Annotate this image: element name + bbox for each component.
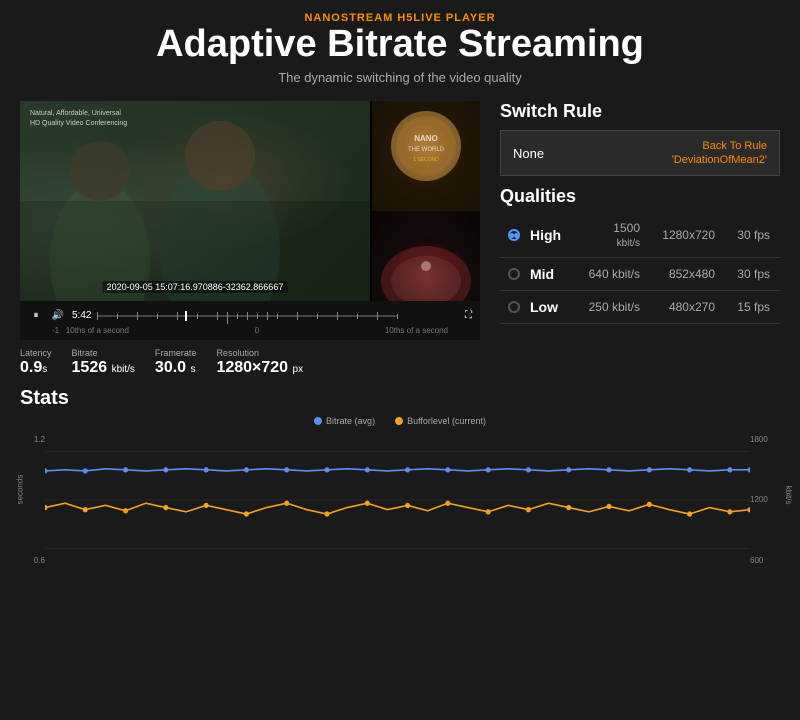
quality-radio-mid[interactable] xyxy=(508,268,520,280)
quality-res-mid: 852x480 xyxy=(650,267,715,281)
video-main-frame: Natural, Affordable, Universal HD Qualit… xyxy=(20,101,370,301)
quality-name-mid: Mid xyxy=(530,266,565,282)
metric-bitrate: Bitrate 1526 kbit/s xyxy=(72,348,135,377)
rule-back-button[interactable]: Back To Rule'DeviationOfMean2' xyxy=(672,139,767,168)
legend-bitrate: Bitrate (avg) xyxy=(314,416,375,426)
y-axis-label-right: kbit/s xyxy=(784,486,793,505)
quality-bitrate-low: 250 kbit/s xyxy=(575,300,640,314)
page-subtitle: The dynamic switching of the video quali… xyxy=(0,70,800,85)
quality-bitrate-high: 1500kbit/s xyxy=(575,221,640,249)
legend-dot-buffer xyxy=(395,417,403,425)
video-banner: Natural, Affordable, Universal HD Qualit… xyxy=(30,109,127,129)
quality-name-low: Low xyxy=(530,299,565,315)
timeline-ticks[interactable] xyxy=(97,308,459,324)
controls-row: ⏸ 🔊 5:42 xyxy=(28,306,472,326)
y-axis-label-left: seconds xyxy=(15,475,24,505)
playback-bar: ⏸ 🔊 5:42 xyxy=(20,301,480,340)
page-header: NANOSTREAM H5LIVE PLAYER Adaptive Bitrat… xyxy=(0,0,800,91)
svg-text:NANO: NANO xyxy=(414,134,438,143)
quality-row-low[interactable]: Low 250 kbit/s 480x270 15 fps xyxy=(500,291,780,324)
video-thumb-top: NANO THE WORLD 1 SECOND xyxy=(372,101,480,211)
metric-latency: Latency 0.9s xyxy=(20,348,52,377)
legend-dot-bitrate xyxy=(314,417,322,425)
timeline-label-right: 10ths of a second xyxy=(385,326,448,335)
video-container[interactable]: Natural, Affordable, Universal HD Qualit… xyxy=(20,101,480,301)
page-title: Adaptive Bitrate Streaming xyxy=(0,24,800,66)
metric-framerate: Framerate 30.0 s xyxy=(155,348,197,377)
resolution-value: 1280×720 px xyxy=(216,358,303,377)
y-label-1-2: 1.2 xyxy=(34,435,45,444)
time-labels-row: -1 10ths of a second 0 10ths of a second xyxy=(28,326,472,335)
chart-y-left: 1.2 0.6 seconds xyxy=(20,430,45,570)
y-label-600: 600 xyxy=(750,556,763,565)
player-section: Natural, Affordable, Universal HD Qualit… xyxy=(20,101,480,377)
video-thumb-bottom xyxy=(372,211,480,301)
stats-section: Stats Bitrate (avg) Bufforlevel (current… xyxy=(0,377,800,570)
chart-y-right: 1800 1200 600 kbit/s xyxy=(750,430,780,570)
main-content: Natural, Affordable, Universal HD Qualit… xyxy=(0,91,800,377)
framerate-value: 30.0 s xyxy=(155,358,197,377)
legend-label-bitrate: Bitrate (avg) xyxy=(326,416,375,426)
quality-res-high: 1280x720 xyxy=(650,228,715,242)
chart-area xyxy=(45,430,750,570)
timeline-label-left: -1 10ths of a second xyxy=(52,326,129,335)
legend-label-buffer: Bufforlevel (current) xyxy=(407,416,486,426)
switch-rule-row: None Back To Rule'DeviationOfMean2' xyxy=(500,130,780,177)
switch-rule-title: Switch Rule xyxy=(500,101,780,122)
video-side-frames: NANO THE WORLD 1 SECOND xyxy=(372,101,480,301)
quality-fps-low: 15 fps xyxy=(725,300,770,314)
quality-res-low: 480x270 xyxy=(650,300,715,314)
latency-label: Latency xyxy=(20,348,52,358)
pause-button[interactable]: ⏸ xyxy=(28,308,44,324)
y-label-1200: 1200 xyxy=(750,495,768,504)
quality-row-high[interactable]: High 1500kbit/s 1280x720 30 fps xyxy=(500,213,780,258)
fullscreen-button[interactable]: ⛶ xyxy=(465,310,472,321)
video-timestamp: 2020-09-05 15:07:16.970886-32362.866667 xyxy=(103,281,288,293)
qualities-section: Qualities High 1500kbit/s 1280x720 30 fp… xyxy=(500,186,780,324)
qualities-title: Qualities xyxy=(500,186,780,207)
right-panel: Switch Rule None Back To Rule'DeviationO… xyxy=(500,101,780,377)
switch-rule-section: Switch Rule None Back To Rule'DeviationO… xyxy=(500,101,780,177)
quality-name-high: High xyxy=(530,227,565,243)
latency-value: 0.9s xyxy=(20,358,52,377)
svg-text:THE WORLD: THE WORLD xyxy=(408,147,445,153)
rule-none-label: None xyxy=(513,146,544,161)
chart-svg xyxy=(45,430,750,570)
stats-title: Stats xyxy=(20,387,780,410)
resolution-label: Resolution xyxy=(216,348,303,358)
y-label-0-6: 0.6 xyxy=(34,556,45,565)
metric-resolution: Resolution 1280×720 px xyxy=(216,348,303,377)
legend-buffer: Bufforlevel (current) xyxy=(395,416,486,426)
y-label-1800: 1800 xyxy=(750,435,768,444)
quality-fps-mid: 30 fps xyxy=(725,267,770,281)
quality-fps-high: 30 fps xyxy=(725,228,770,242)
quality-radio-low[interactable] xyxy=(508,301,520,313)
svg-text:1 SECOND: 1 SECOND xyxy=(413,157,439,163)
time-display: 5:42 xyxy=(72,310,91,321)
quality-bitrate-mid: 640 kbit/s xyxy=(575,267,640,281)
chart-wrapper: 1.2 0.6 seconds xyxy=(20,430,780,570)
quality-row-mid[interactable]: Mid 640 kbit/s 852x480 30 fps xyxy=(500,258,780,291)
bitrate-label: Bitrate xyxy=(72,348,135,358)
volume-button[interactable]: 🔊 xyxy=(50,308,66,324)
bitrate-value: 1526 kbit/s xyxy=(72,358,135,377)
chart-legend: Bitrate (avg) Bufforlevel (current) xyxy=(20,416,780,426)
quality-radio-high[interactable] xyxy=(508,229,520,241)
framerate-label: Framerate xyxy=(155,348,197,358)
metrics-row: Latency 0.9s Bitrate 1526 kbit/s Framera… xyxy=(20,340,480,377)
